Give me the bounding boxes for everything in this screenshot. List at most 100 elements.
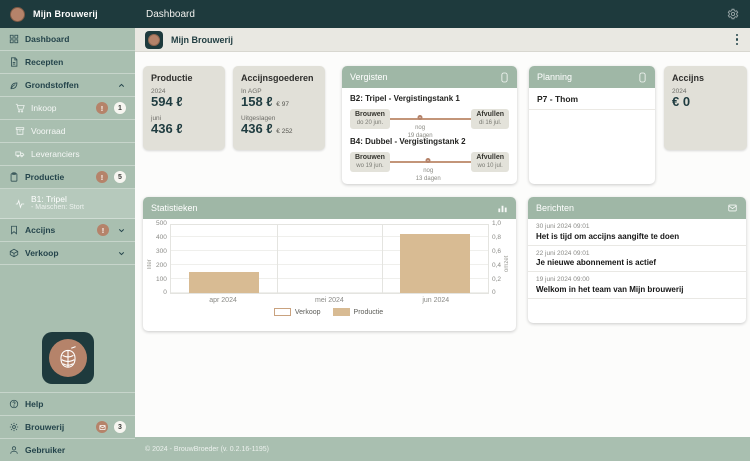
y-tick: 0 xyxy=(492,290,501,297)
brew-step-pill: Brouwen wo 19 jun. xyxy=(350,152,390,172)
stat-value: € 0 xyxy=(672,95,739,110)
vergisten-card-header: Vergisten xyxy=(342,66,517,88)
statistieken-card-header: Statistieken xyxy=(143,197,516,219)
shopping-cart-icon xyxy=(15,103,25,113)
user-icon xyxy=(9,445,19,455)
stat-euro: € 97 xyxy=(276,101,289,108)
chevron-up-icon[interactable] xyxy=(117,81,126,90)
messages-badge xyxy=(96,421,108,433)
y-tick: 0,8 xyxy=(492,235,501,242)
brand-logo-icon xyxy=(10,7,25,22)
batch-name: B1: Tripel xyxy=(31,194,84,205)
y-tick: 0,2 xyxy=(492,277,501,284)
copyright-text: © 2024 - BrouwBroeder (v. 0.2.16-1195) xyxy=(145,446,269,453)
y-axis-label-left: liter xyxy=(147,224,153,304)
alert-badge: ! xyxy=(96,171,108,183)
stat-liters: 158 ℓ xyxy=(241,94,273,109)
card-title: Statistieken xyxy=(151,203,198,213)
step-date: wo 19 jun. xyxy=(355,163,385,171)
sidebar-item-label: Dashboard xyxy=(25,34,69,44)
stat-euro: € 252 xyxy=(276,128,292,135)
tank-icon[interactable] xyxy=(500,72,509,83)
remaining-days: 19 dagen xyxy=(408,133,433,139)
step-label: Brouwen xyxy=(355,111,385,120)
hop-logo-icon xyxy=(49,339,87,377)
legend-label: Verkoop xyxy=(295,309,321,316)
chevron-down-icon[interactable] xyxy=(117,249,126,258)
step-date: wo 10 jul. xyxy=(476,163,504,171)
plot-area xyxy=(170,224,489,294)
berichten-card: Berichten 30 juni 2024 09:01 Het is tijd… xyxy=(528,197,746,323)
clipboard-icon xyxy=(9,172,19,182)
sidebar-item-brouwerij-settings[interactable]: Brouwerij 3 xyxy=(0,415,135,438)
x-axis-labels: apr 2024 mei 2024 jun 2024 xyxy=(170,297,489,304)
message-text: Je nieuwe abonnement is actief xyxy=(536,258,738,267)
x-tick: jun 2024 xyxy=(383,297,489,304)
help-icon xyxy=(9,399,19,409)
alert-badge: ! xyxy=(97,224,109,236)
sidebar-item-label: Grondstoffen xyxy=(25,80,79,90)
sidebar-item-help[interactable]: Help xyxy=(0,392,135,415)
sidebar-item-label: Verkoop xyxy=(25,248,59,258)
sidebar-item-recepten[interactable]: Recepten xyxy=(0,51,135,74)
bar-chart: liter 500 400 300 200 100 0 xyxy=(147,224,510,304)
y-axis-label-right: omzet xyxy=(504,224,510,304)
step-label: Afvullen xyxy=(476,111,504,120)
legend-item-productie[interactable]: Productie xyxy=(333,308,384,316)
progress-marker xyxy=(418,115,423,120)
productie-bar-apr xyxy=(189,272,259,293)
accijns-card: Accijns 2024 € 0 xyxy=(664,66,747,150)
package-icon xyxy=(9,248,19,258)
stat-value: 436 ℓ € 252 xyxy=(241,122,317,137)
remaining-days: 13 dagen xyxy=(416,176,441,182)
bookmark-icon xyxy=(9,225,19,235)
berichten-card-header: Berichten xyxy=(528,197,746,219)
message-item[interactable]: 19 juni 2024 09:00 Welkom in het team va… xyxy=(528,272,746,299)
remaining-word: nog xyxy=(415,125,425,131)
message-item[interactable]: 22 juni 2024 09:01 Je nieuwe abonnement … xyxy=(528,246,746,273)
chevron-down-icon[interactable] xyxy=(117,226,126,235)
sidebar-item-accijns[interactable]: Accijns ! xyxy=(0,219,135,242)
fermentation-timeline: Brouwen wo 19 jun. nog 13 dagen xyxy=(350,146,509,178)
cards-row-bottom: Statistieken liter 500 400 300 xyxy=(143,197,750,331)
sidebar-item-inkoop[interactable]: Inkoop ! 1 xyxy=(0,97,135,120)
gear-icon xyxy=(9,422,19,432)
card-title: Accijnsgoederen xyxy=(241,73,317,83)
step-label: Afvullen xyxy=(476,154,504,163)
sidebar-item-leveranciers[interactable]: Leveranciers xyxy=(0,143,135,166)
legend-item-verkoop[interactable]: Verkoop xyxy=(274,308,321,316)
envelope-icon[interactable] xyxy=(727,203,738,213)
message-item[interactable]: 30 juni 2024 09:01 Het is tijd om accijn… xyxy=(528,219,746,246)
card-title: Vergisten xyxy=(350,72,388,82)
planning-icon[interactable] xyxy=(638,72,647,83)
sidebar-item-batch-b1-tripel[interactable]: B1: Tripel - Maischen: Stort xyxy=(0,189,135,219)
card-title: Accijns xyxy=(672,73,739,83)
batch-text: B1: Tripel - Maischen: Stort xyxy=(31,194,84,213)
brewery-avatar-image xyxy=(148,34,160,46)
sidebar-item-dashboard[interactable]: Dashboard xyxy=(0,28,135,51)
planning-item[interactable]: P7 - Thom xyxy=(529,88,655,110)
step-label: Brouwen xyxy=(355,154,385,163)
sidebar-item-voorraad[interactable]: Voorraad xyxy=(0,120,135,143)
planning-card: Planning P7 - Thom xyxy=(529,66,655,184)
verkoop-swatch xyxy=(274,308,291,316)
brewery-logo-block xyxy=(42,332,94,384)
message-text: Het is tijd om accijns aangifte te doen xyxy=(536,232,738,241)
kebab-menu-icon[interactable] xyxy=(734,32,741,48)
y-tick: 1,0 xyxy=(492,221,501,228)
sidebar-item-label: Voorraad xyxy=(31,126,66,136)
sidebar-item-verkoop[interactable]: Verkoop xyxy=(0,242,135,265)
settings-gear-icon[interactable] xyxy=(727,8,739,20)
stat-value: 158 ℓ € 97 xyxy=(241,95,317,110)
sidebar-item-grondstoffen[interactable]: Grondstoffen xyxy=(0,74,135,97)
stat-liters: 436 ℓ xyxy=(241,121,273,136)
sidebar-item-productie[interactable]: Productie ! 5 xyxy=(0,166,135,189)
legend-label: Productie xyxy=(354,309,384,316)
sidebar-item-gebruiker[interactable]: Gebruiker xyxy=(0,438,135,461)
page-title: Dashboard xyxy=(146,9,195,20)
sidebar-item-label: Accijns xyxy=(25,225,55,235)
productie-swatch xyxy=(333,308,350,316)
leaf-icon xyxy=(9,80,19,90)
vertical-gridline xyxy=(382,225,383,293)
bar-chart-icon[interactable] xyxy=(497,203,508,214)
